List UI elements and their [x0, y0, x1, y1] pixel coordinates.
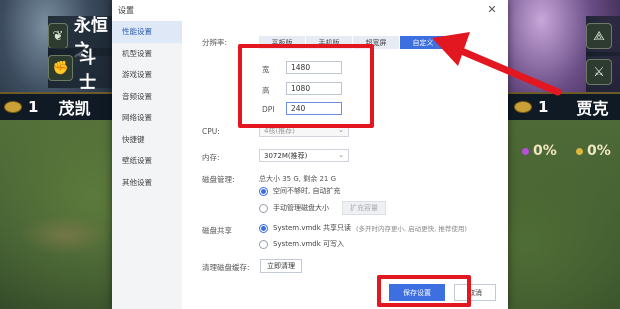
annotation-arrow-icon: [432, 32, 562, 96]
arrow-shaft: [448, 43, 562, 96]
